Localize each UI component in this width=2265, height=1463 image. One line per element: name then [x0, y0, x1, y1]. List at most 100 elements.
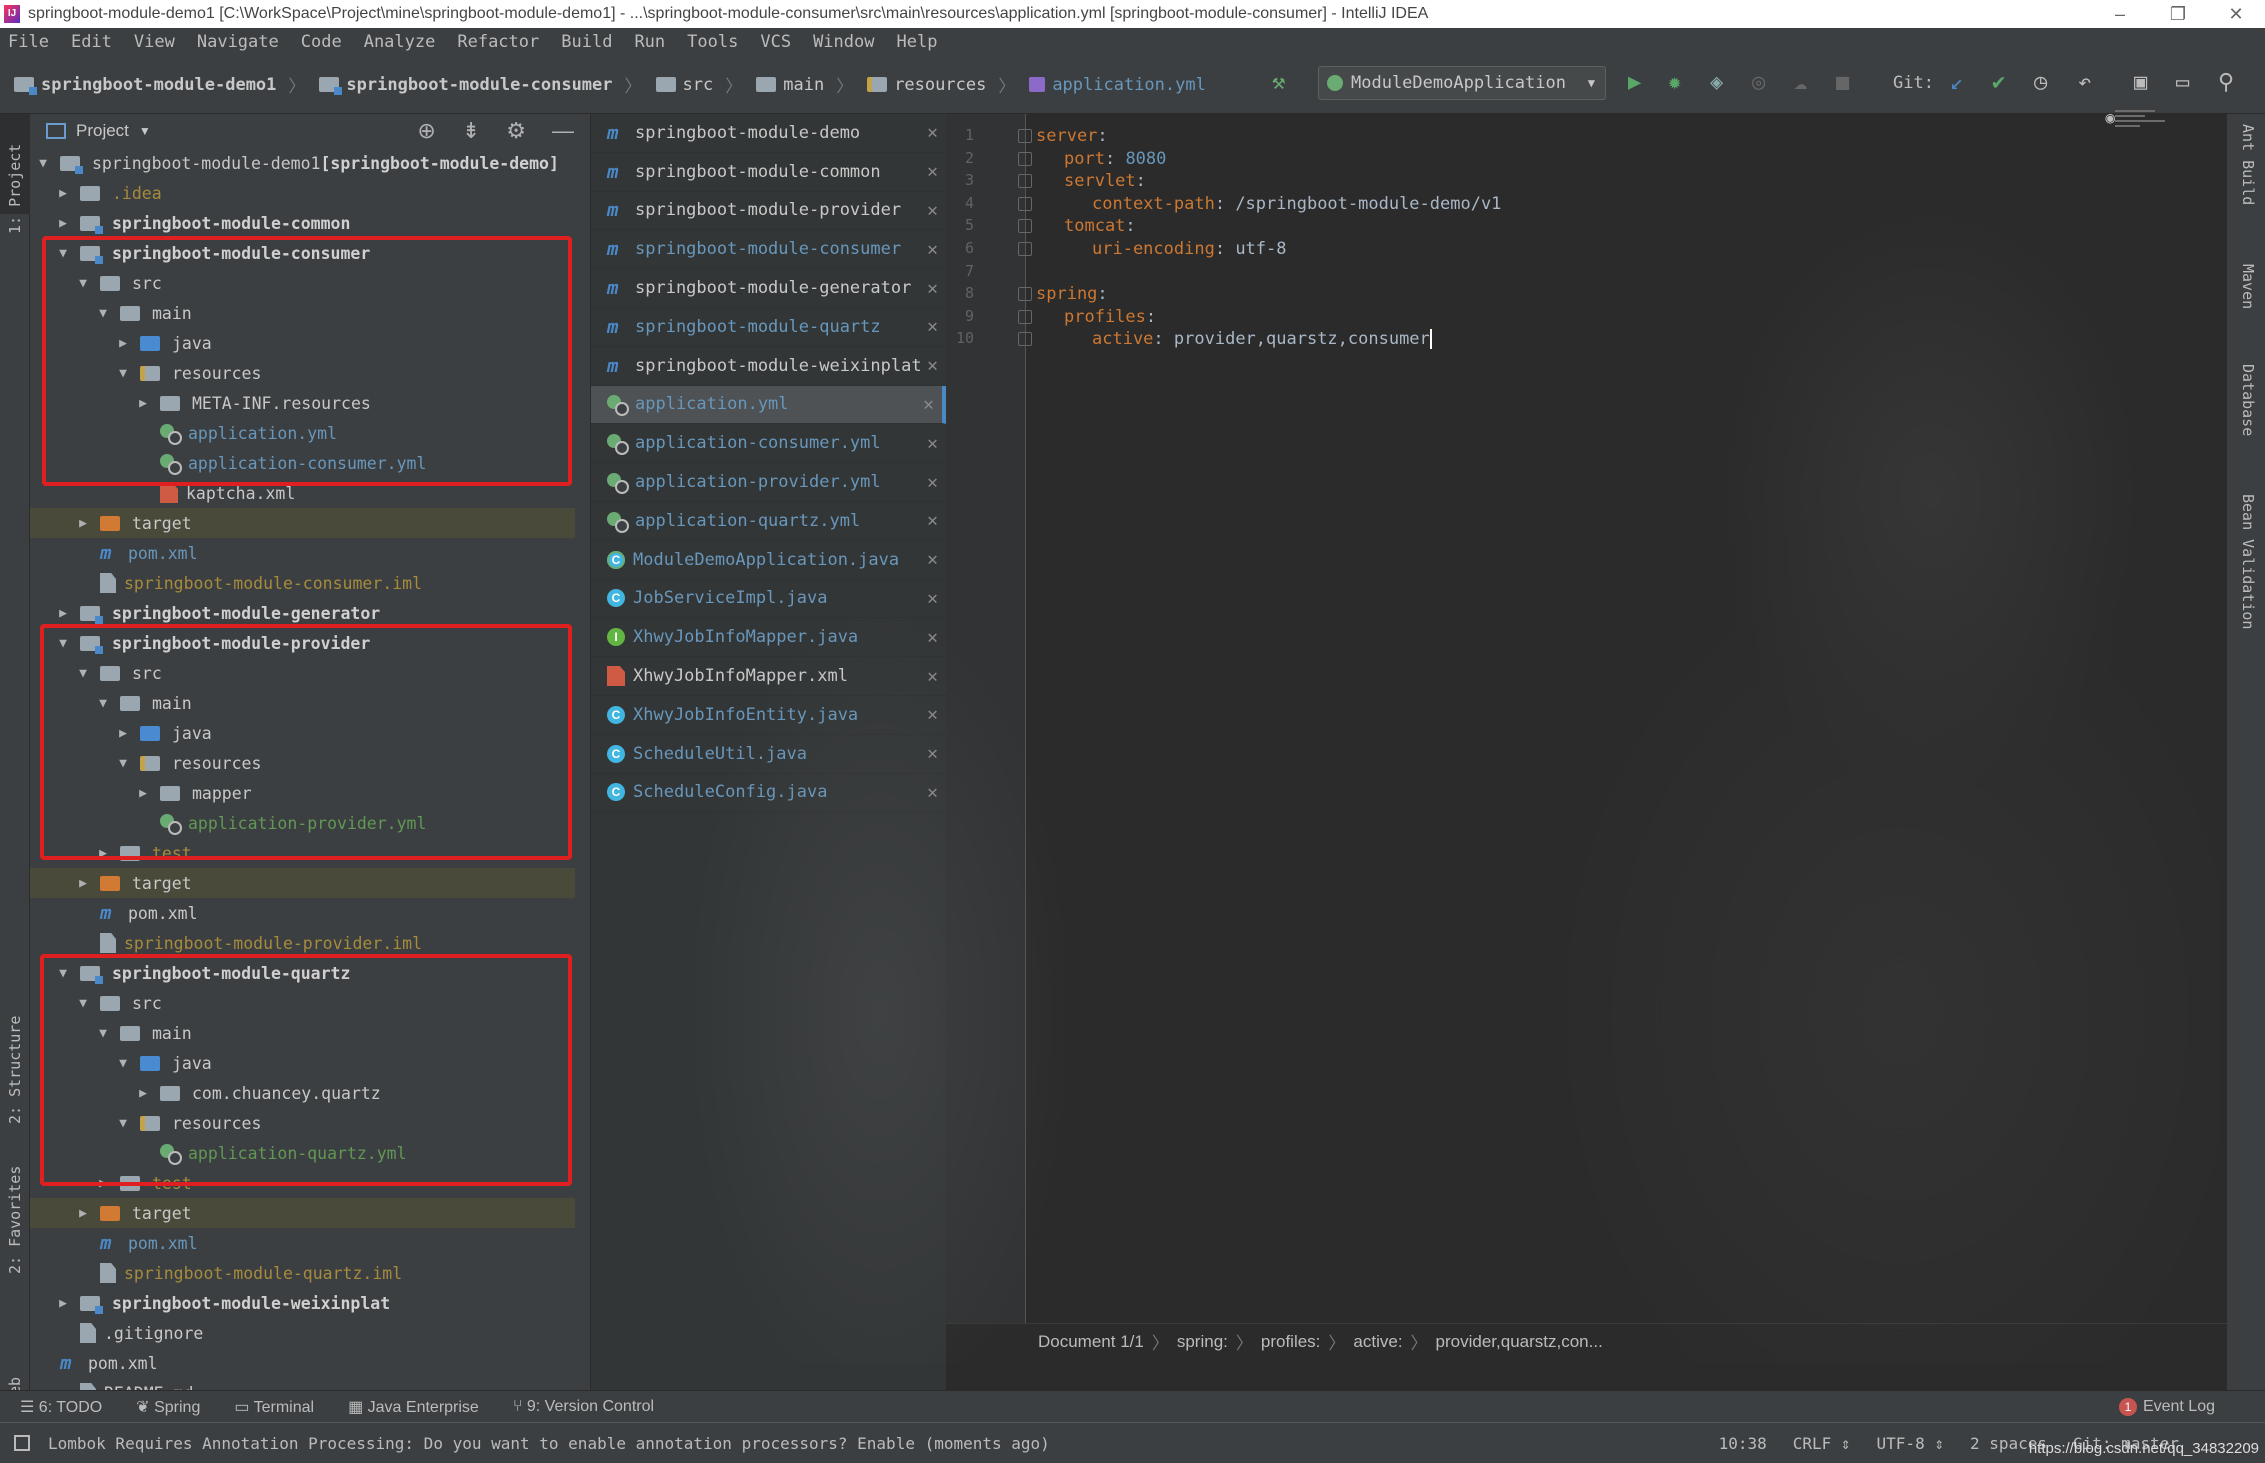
editor-tab[interactable]: m springboot-module-generator ✕ — [591, 269, 946, 308]
git-commit-icon[interactable]: ✔ — [1992, 70, 2005, 96]
ant-build-tool-button[interactable]: Ant Build — [2239, 124, 2257, 205]
close-tab-icon[interactable]: ✕ — [923, 394, 934, 415]
menu-item-help[interactable]: Help — [896, 32, 937, 52]
history-icon[interactable]: ◷ — [2034, 70, 2047, 96]
menu-item-navigate[interactable]: Navigate — [197, 32, 279, 52]
profile-icon[interactable]: ◎ — [1752, 70, 1765, 96]
collapsed-arrow-icon[interactable]: ▶ — [56, 1296, 70, 1311]
project-tool-button[interactable]: 1: Project — [6, 144, 24, 234]
tree-item[interactable]: m pom.xml — [30, 898, 575, 928]
editor-tab[interactable]: C XhwyJobInfoEntity.java ✕ — [591, 696, 946, 735]
editor-tab[interactable]: C ModuleDemoApplication.java ✕ — [591, 541, 946, 580]
fold-marker-icon[interactable] — [1018, 309, 1032, 324]
breadcrumb-main[interactable]: main 〉 — [756, 72, 853, 97]
close-tab-icon[interactable]: ✕ — [927, 549, 938, 570]
collapsed-arrow-icon[interactable]: ▶ — [56, 606, 70, 621]
editor-tab[interactable]: m springboot-module-provider ✕ — [591, 192, 946, 231]
run-icon[interactable]: ▶ — [1628, 70, 1641, 96]
editor-path-item[interactable]: active: — [1353, 1332, 1402, 1352]
breadcrumb-resources[interactable]: resources 〉 — [867, 72, 1015, 97]
fold-marker-icon[interactable] — [1018, 151, 1032, 166]
minimize-icon[interactable]: – — [2091, 0, 2149, 28]
menu-item-code[interactable]: Code — [301, 32, 342, 52]
hide-panel-icon[interactable]: — — [552, 118, 574, 144]
spring-tool-button[interactable]: ❦ Spring — [136, 1397, 200, 1417]
tree-item[interactable]: m pom.xml — [30, 1228, 575, 1258]
breadcrumb-project[interactable]: springboot-module-demo1 〉 — [14, 72, 305, 97]
close-tab-icon[interactable]: ✕ — [927, 278, 938, 299]
close-tab-icon[interactable]: ✕ — [927, 122, 938, 143]
tree-item[interactable]: ▶ springboot-module-weixinplat — [30, 1288, 575, 1318]
project-view-select[interactable]: Project — [76, 121, 129, 141]
tree-item[interactable]: ▼ springboot-module-demo1 [springboot-mod… — [30, 148, 575, 178]
editor-tab[interactable]: C JobServiceImpl.java ✕ — [591, 580, 946, 619]
editor-tab[interactable]: m springboot-module-weixinplat ✕ — [591, 347, 946, 386]
maven-tool-button[interactable]: Maven — [2239, 264, 2257, 309]
tree-item[interactable]: m pom.xml — [30, 538, 575, 568]
line-separator[interactable]: CRLF ⇕ — [1793, 1434, 1851, 1453]
editor-path-item[interactable]: spring: — [1177, 1332, 1228, 1352]
editor-tab[interactable]: C ScheduleConfig.java ✕ — [591, 774, 946, 813]
menu-item-analyze[interactable]: Analyze — [364, 32, 436, 52]
fold-marker-icon[interactable] — [1018, 174, 1032, 189]
menu-item-view[interactable]: View — [134, 32, 175, 52]
editor-tab[interactable]: C ScheduleUtil.java ✕ — [591, 735, 946, 774]
tree-item[interactable]: ▶ .idea — [30, 178, 575, 208]
fold-marker-icon[interactable] — [1018, 129, 1032, 143]
run-configuration-select[interactable]: ModuleDemoApplication ▼ — [1318, 66, 1606, 100]
menu-item-vcs[interactable]: VCS — [760, 32, 791, 52]
close-icon[interactable]: ✕ — [2207, 0, 2265, 28]
expanded-arrow-icon[interactable]: ▼ — [36, 156, 50, 171]
fold-marker-icon[interactable] — [1018, 196, 1032, 211]
editor-path-item[interactable]: Document 1/1 — [1038, 1332, 1144, 1352]
bean-validation-tool-button[interactable]: Bean Validation — [2239, 494, 2257, 629]
close-tab-icon[interactable]: ✕ — [927, 704, 938, 725]
tree-item[interactable]: springboot-module-consumer.iml — [30, 568, 575, 598]
build-hammer-icon[interactable]: ⚒ — [1272, 70, 1285, 96]
collapse-all-icon[interactable]: ⇟ — [462, 118, 480, 144]
settings-gear-icon[interactable]: ⚙ — [506, 118, 526, 144]
tree-item[interactable]: ▶ target — [30, 508, 575, 538]
status-message[interactable]: Lombok Requires Annotation Processing: D… — [48, 1434, 1050, 1453]
collapsed-arrow-icon[interactable]: ▶ — [56, 216, 70, 231]
search-icon[interactable]: ⚲ — [2218, 70, 2234, 96]
file-encoding[interactable]: UTF-8 ⇕ — [1877, 1434, 1944, 1453]
revert-icon[interactable]: ↶ — [2078, 70, 2091, 96]
editor-path-item[interactable]: provider,quarstz,con... — [1436, 1332, 1603, 1352]
tree-item[interactable]: ▶ target — [30, 1198, 575, 1228]
caret-position[interactable]: 10:38 — [1719, 1434, 1767, 1453]
menu-item-refactor[interactable]: Refactor — [457, 32, 539, 52]
tree-item[interactable]: ▶ target — [30, 868, 575, 898]
toggle-tool-windows-icon[interactable] — [14, 1435, 30, 1451]
chevron-down-icon[interactable]: ▼ — [139, 124, 151, 138]
close-tab-icon[interactable]: ✕ — [927, 316, 938, 337]
collapsed-arrow-icon[interactable]: ▶ — [56, 186, 70, 201]
editor-path-item[interactable]: profiles: — [1261, 1332, 1321, 1352]
tree-item[interactable]: ▶ springboot-module-common — [30, 208, 575, 238]
menu-item-file[interactable]: File — [8, 32, 49, 52]
menu-item-window[interactable]: Window — [813, 32, 874, 52]
stop-icon[interactable]: ■ — [1836, 70, 1849, 96]
fold-marker-icon[interactable] — [1018, 287, 1032, 302]
coverage-icon[interactable]: ◈ — [1710, 70, 1723, 96]
editor-tab[interactable]: application-consumer.yml ✕ — [591, 424, 946, 464]
terminal-window-icon[interactable]: ▭ — [2176, 70, 2189, 96]
debug-icon[interactable]: ✹ — [1668, 70, 1681, 96]
breadcrumb-module[interactable]: springboot-module-consumer 〉 — [319, 72, 642, 97]
collapsed-arrow-icon[interactable]: ▶ — [76, 516, 90, 531]
fold-marker-icon[interactable] — [1018, 242, 1032, 256]
close-tab-icon[interactable]: ✕ — [927, 355, 938, 376]
close-tab-icon[interactable]: ✕ — [927, 510, 938, 531]
database-tool-button[interactable]: Database — [2239, 364, 2257, 436]
menu-item-build[interactable]: Build — [561, 32, 612, 52]
close-tab-icon[interactable]: ✕ — [927, 200, 938, 221]
event-log-button[interactable]: 1 Event Log — [2118, 1397, 2215, 1416]
version-control-tool-button[interactable]: ⑂ 9: Version Control — [513, 1398, 654, 1416]
editor-tab[interactable]: application.yml ✕ — [591, 385, 946, 425]
structure-tool-button[interactable]: 2: Structure — [6, 1016, 24, 1124]
close-tab-icon[interactable]: ✕ — [927, 588, 938, 609]
editor-tab[interactable]: application-quartz.yml ✕ — [591, 502, 946, 541]
tree-item[interactable]: springboot-module-quartz.iml — [30, 1258, 575, 1288]
collapsed-arrow-icon[interactable]: ▶ — [76, 876, 90, 891]
editor-tab[interactable]: m springboot-module-common ✕ — [591, 153, 946, 192]
